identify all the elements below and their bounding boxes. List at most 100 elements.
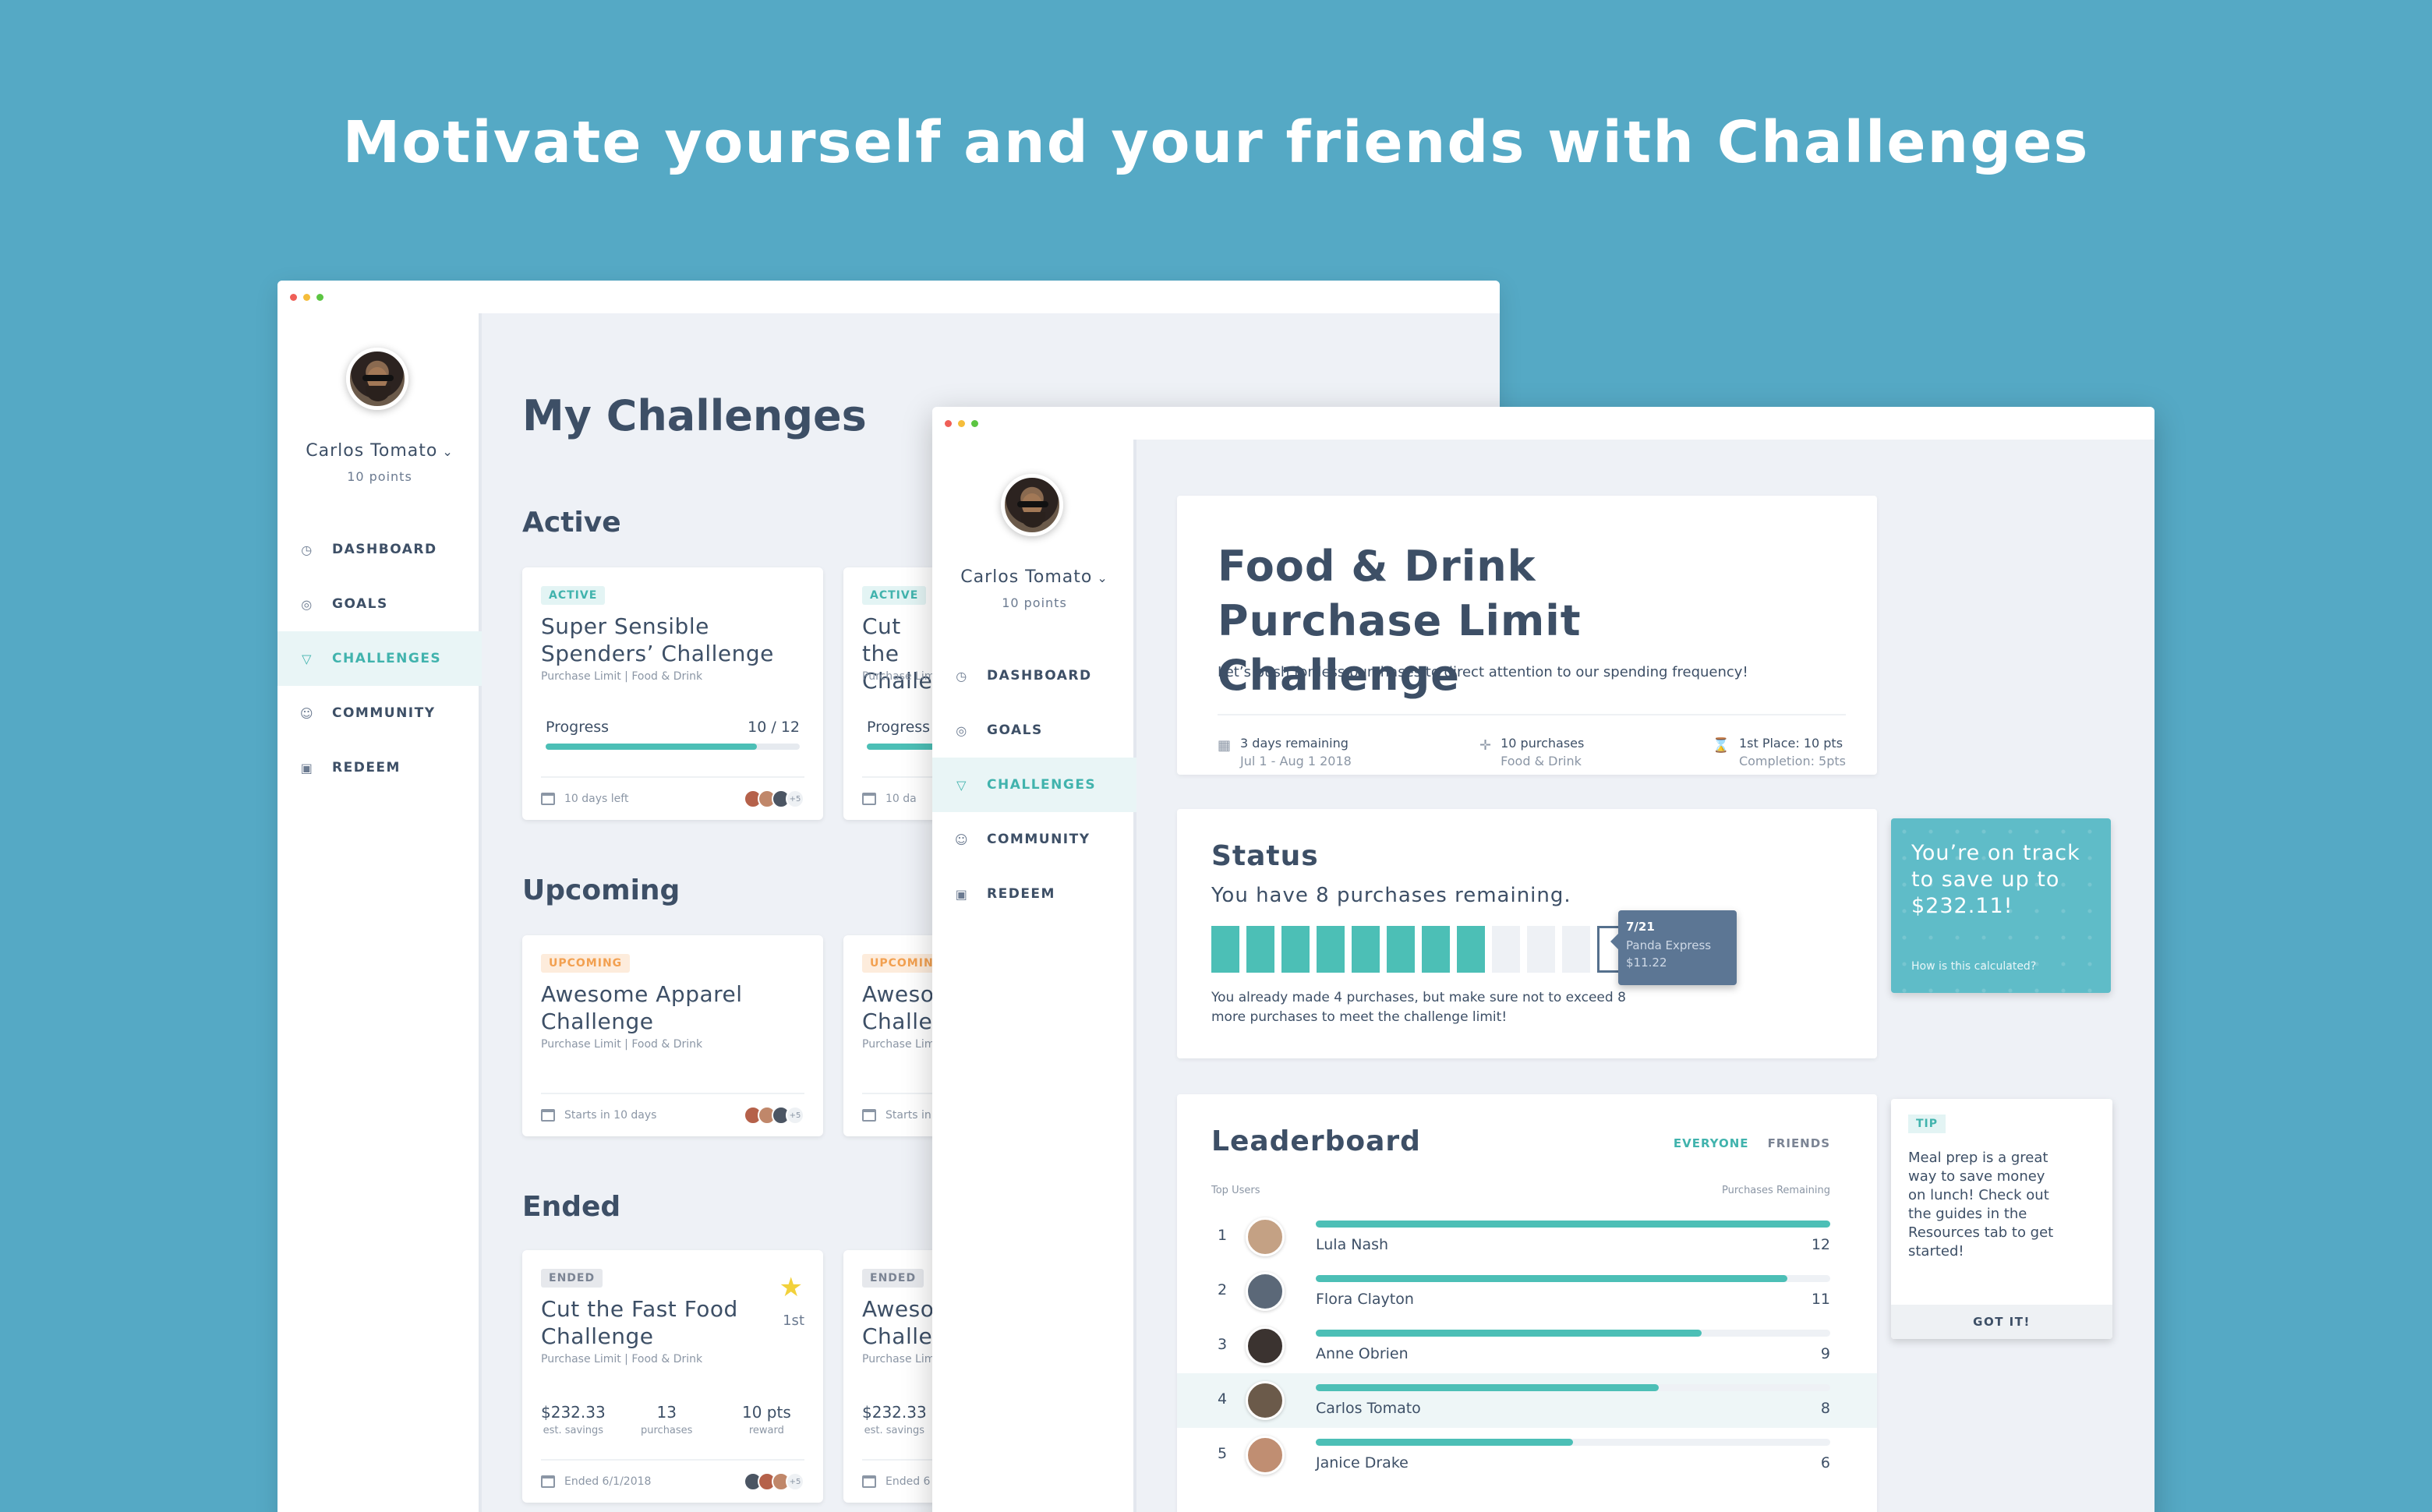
challenge-description: Let’s push for less purchases to direct …	[1218, 664, 1748, 680]
meta-primary: 1st Place: 10 pts	[1738, 736, 1843, 751]
leaderboard-row[interactable]: 3 Anne Obrien 9	[1177, 1319, 1877, 1373]
tip-text: Meal prep is a great way to save money o…	[1908, 1150, 2054, 1259]
challenge-meta: ▦ 3 days remaining Jul 1 - Aug 1 2018 ✛ 10 …	[1218, 714, 1846, 768]
calendar-icon	[862, 1109, 876, 1122]
challenge-subtitle: Purchase Lim	[862, 670, 935, 683]
stat-reward: 10 pts reward	[742, 1403, 791, 1436]
trophy-icon: ▽	[302, 651, 313, 666]
days-left: 10 days left	[564, 793, 629, 805]
section-upcoming: Upcoming	[522, 874, 680, 906]
purchase-block-used[interactable]	[1211, 926, 1239, 973]
sidebar-item-goals[interactable]: ◎ GOALS	[932, 703, 1136, 758]
rank: 1	[1218, 1227, 1228, 1244]
challenge-title: Super Sensible Spenders’ Challenge	[541, 613, 774, 666]
sidebar: Carlos Tomato ⌄ 10 points ◷ DASHBOARD ◎ GOA…	[277, 313, 482, 1512]
sidebar-item-community[interactable]: ☺ COMMUNITY	[277, 686, 482, 740]
sidebar-item-label: CHALLENGES	[332, 651, 442, 666]
target-icon: ◎	[301, 596, 313, 612]
meta-primary: 10 purchases	[1501, 736, 1585, 751]
status-badge: ACTIVE	[541, 586, 606, 605]
purchase-block-used[interactable]	[1387, 926, 1415, 973]
status-badge: ACTIVE	[862, 586, 927, 605]
sidebar-item-redeem[interactable]: ▣ REDEEM	[932, 867, 1136, 921]
how-calculated-link[interactable]: How is this calculated?	[1911, 960, 2036, 973]
challenge-card[interactable]: ACTIVE Super Sensible Spenders’ Challeng…	[522, 567, 823, 820]
challenge-card[interactable]: ENDED ★ 1st Cut the Fast Food Challenge …	[522, 1250, 823, 1503]
sidebar-item-dashboard[interactable]: ◷ DASHBOARD	[277, 522, 482, 577]
leaderboard-row[interactable]: 1 Lula Nash 12	[1177, 1210, 1877, 1264]
remaining-bar	[1316, 1221, 1830, 1228]
page-title: My Challenges	[522, 391, 867, 440]
purchase-block-empty[interactable]	[1492, 926, 1520, 973]
user-menu[interactable]: Carlos Tomato ⌄	[932, 567, 1136, 587]
participant-avatars[interactable]: +5	[744, 1472, 804, 1491]
leaderboard-row[interactable]: 5 Janice Drake 6	[1177, 1428, 1877, 1482]
avatar	[1246, 1327, 1285, 1365]
user-name: Carlos Tomato	[1316, 1400, 1421, 1417]
challenge-title: Aweso Challe	[862, 981, 935, 1034]
leaderboard-row[interactable]: 4 Carlos Tomato 8	[1177, 1373, 1877, 1428]
meta-primary: 3 days remaining	[1240, 736, 1349, 751]
avatar	[1246, 1272, 1285, 1311]
sidebar-item-label: DASHBOARD	[332, 542, 437, 557]
avatar[interactable]	[346, 348, 408, 410]
gauge-icon: ◷	[301, 542, 313, 557]
meta-secondary: Completion: 5pts	[1738, 754, 1846, 768]
end-date: Ended 6/1/2018	[564, 1475, 652, 1488]
purchase-block-used[interactable]	[1246, 926, 1274, 973]
stat-value: 10 pts	[742, 1403, 791, 1422]
got-it-button[interactable]: GOT IT!	[1891, 1305, 2112, 1339]
status-text: You have 8 purchases remaining.	[1211, 884, 1571, 907]
remaining-bar	[1316, 1384, 1830, 1391]
purchase-block-used[interactable]	[1352, 926, 1380, 973]
maximize-dot[interactable]	[316, 293, 323, 301]
stat-label: est. savings	[864, 1425, 925, 1436]
tooltip-amount: $11.22	[1626, 956, 1667, 970]
purchase-block-empty[interactable]	[1527, 926, 1555, 973]
avatar[interactable]	[1001, 474, 1063, 536]
challenge-card[interactable]: UPCOMING Awesome Apparel Challenge Purch…	[522, 935, 823, 1136]
sidebar-item-challenges[interactable]: ▽ CHALLENGES	[277, 631, 482, 686]
purchase-block-used[interactable]	[1422, 926, 1450, 973]
meta-reward: ⌛ 1st Place: 10 pts Completion: 5pts	[1713, 736, 1846, 768]
challenge-subtitle: Purchase Lim	[862, 1038, 935, 1051]
close-dot[interactable]	[945, 419, 952, 427]
savings-text: You’re on track to save up to $232.11!	[1911, 841, 2080, 918]
meta-secondary: Food & Drink	[1501, 754, 1582, 768]
purchase-block-used[interactable]	[1457, 926, 1485, 973]
sidebar-item-community[interactable]: ☺ COMMUNITY	[932, 812, 1136, 867]
user-menu[interactable]: Carlos Tomato ⌄	[277, 441, 482, 461]
purchase-block-empty[interactable]	[1562, 926, 1590, 973]
column-header: Purchases Remaining	[1722, 1185, 1830, 1196]
tab-friends[interactable]: FRIENDS	[1768, 1136, 1830, 1150]
user-name: Carlos Tomato	[960, 567, 1093, 587]
participant-avatars[interactable]: +5	[744, 1106, 804, 1125]
minimize-dot[interactable]	[958, 419, 965, 427]
purchase-block-used[interactable]	[1317, 926, 1345, 973]
purchase-block-used[interactable]	[1281, 926, 1310, 973]
purchase-tooltip: 7/21 Panda Express $11.22	[1610, 910, 1737, 985]
meta-duration: ▦ 3 days remaining Jul 1 - Aug 1 2018	[1218, 736, 1352, 768]
sidebar-item-label: DASHBOARD	[987, 668, 1092, 684]
participant-avatars[interactable]: +5	[744, 790, 804, 808]
sidebar-item-redeem[interactable]: ▣ REDEEM	[277, 740, 482, 795]
rank: 4	[1218, 1390, 1228, 1408]
remaining-count: 9	[1820, 1345, 1830, 1362]
tab-everyone[interactable]: EVERYONE	[1674, 1136, 1749, 1150]
sidebar-item-label: CHALLENGES	[987, 777, 1097, 793]
sidebar-item-goals[interactable]: ◎ GOALS	[277, 577, 482, 631]
leaderboard-tabs: EVERYONE FRIENDS	[1674, 1136, 1830, 1150]
sidebar-item-challenges[interactable]: ▽ CHALLENGES	[932, 758, 1136, 812]
column-header: Top Users	[1211, 1185, 1260, 1196]
sidebar-item-dashboard[interactable]: ◷ DASHBOARD	[932, 648, 1136, 703]
close-dot[interactable]	[290, 293, 297, 301]
challenge-subtitle: Purchase Limit | Food & Drink	[541, 1353, 703, 1365]
progress-value: 10 / 12	[748, 719, 800, 736]
tooltip-date: 7/21	[1626, 920, 1655, 934]
tooltip-merchant: Panda Express	[1626, 938, 1712, 952]
remaining-count: 11	[1811, 1291, 1830, 1308]
leaderboard-row[interactable]: 2 Flora Clayton 11	[1177, 1264, 1877, 1319]
maximize-dot[interactable]	[971, 419, 978, 427]
progress-label: Progress	[867, 719, 931, 736]
minimize-dot[interactable]	[303, 293, 310, 301]
